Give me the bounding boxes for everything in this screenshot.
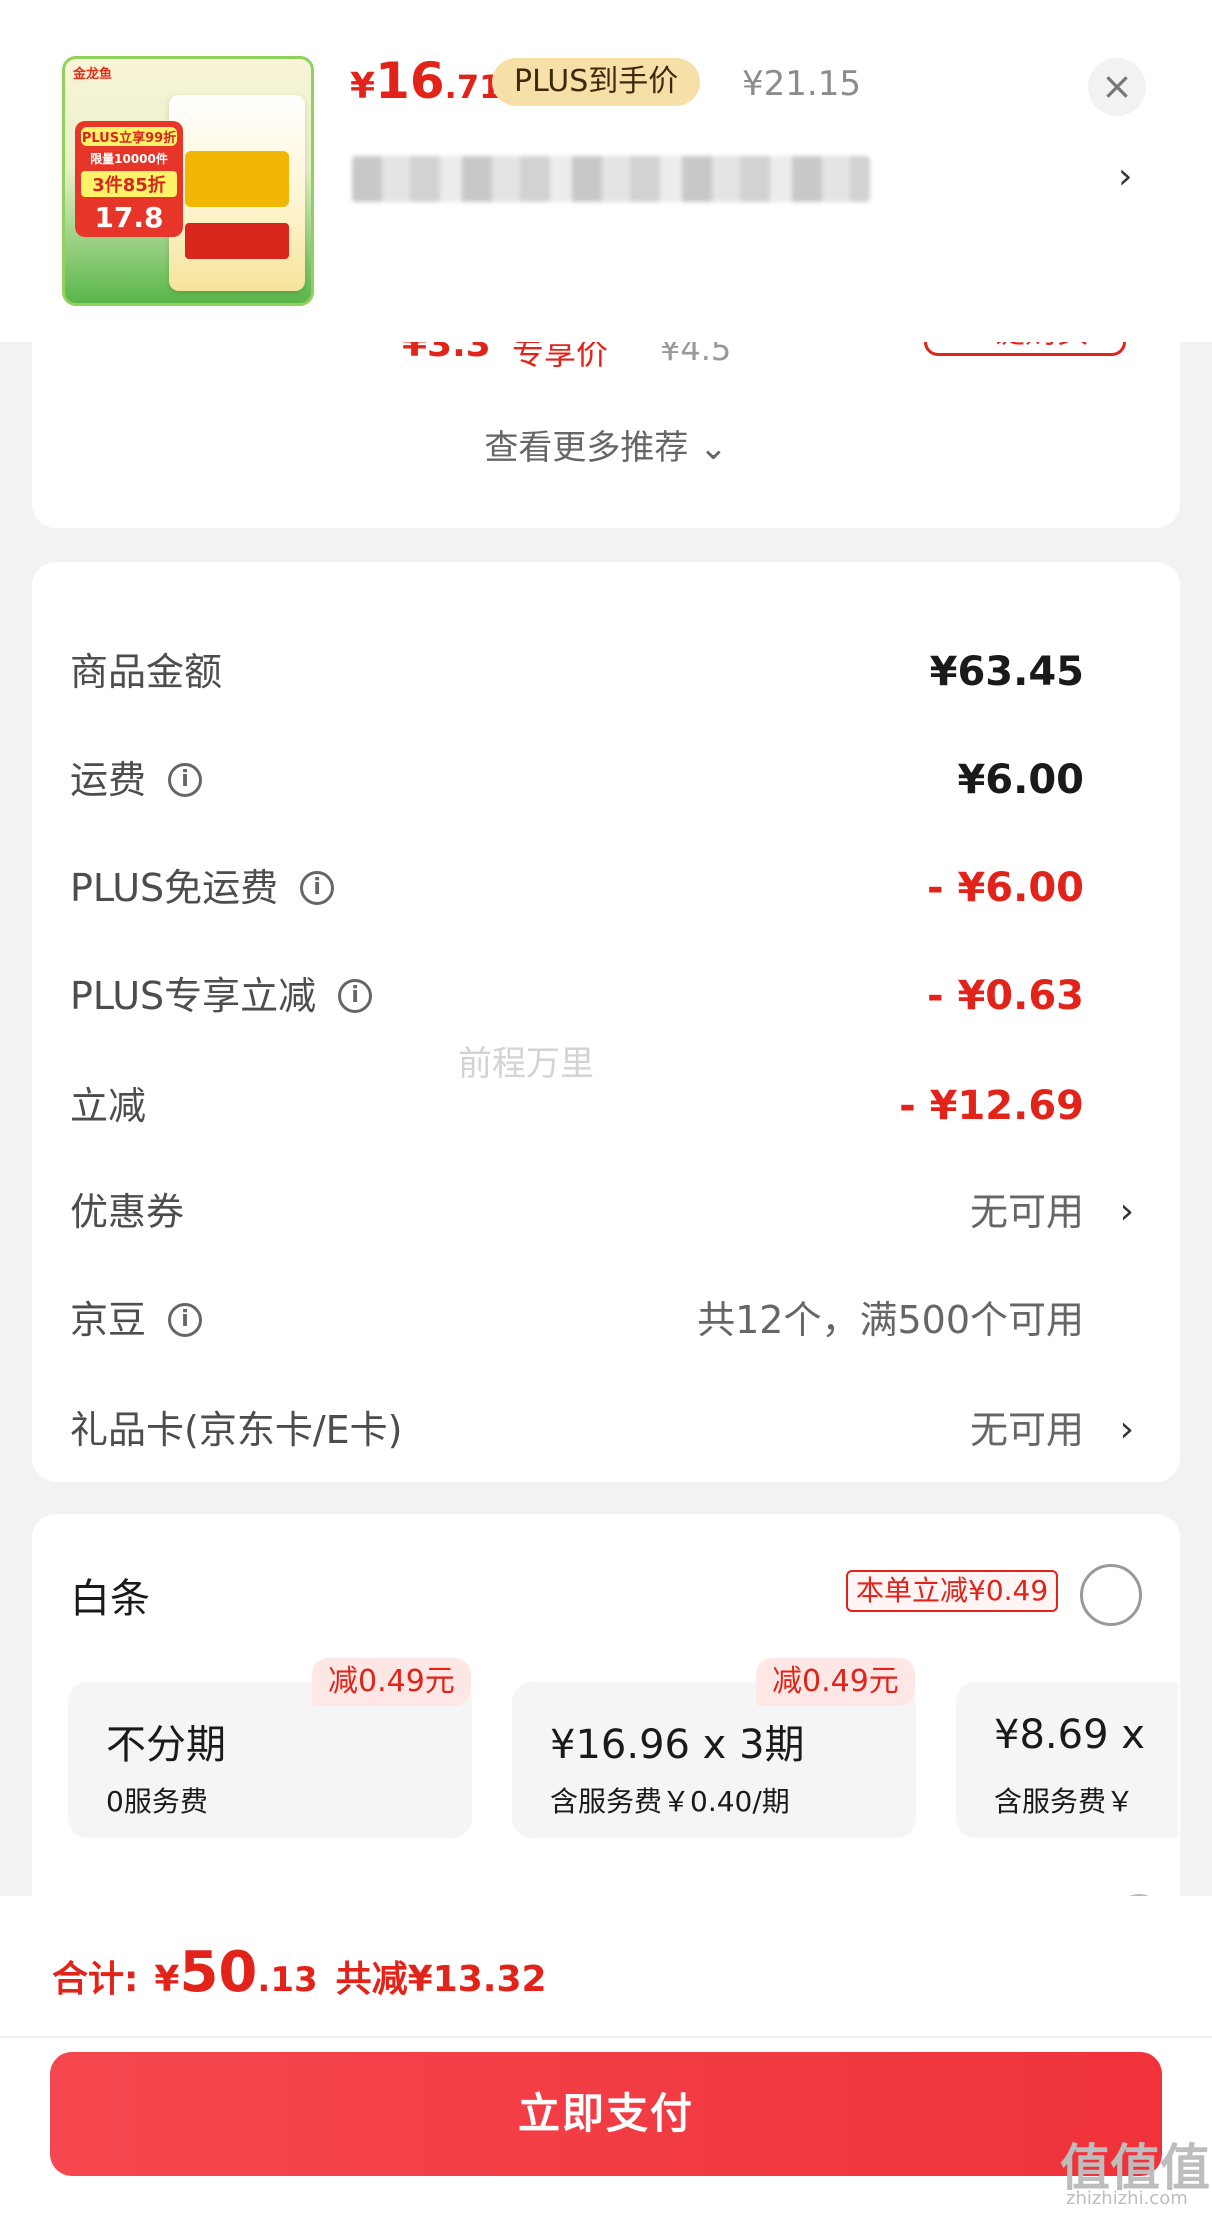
plan-sub: 0服务费 (106, 1785, 208, 1818)
plan-discount-tag: 减0.49元 (312, 1658, 471, 1706)
product-header: 金龙鱼 PLUS立享99折 限量10000件 3件85折 17.8 ¥ 16 .… (0, 0, 1212, 342)
row-goods-amount: 商品金额 ¥63.45 (70, 642, 1142, 702)
order-total: 合计: ¥ 50 .13 共减¥13.32 (52, 1940, 547, 2005)
installment-plans: 不分期 0服务费 ¥16.96 x 3期 含服务费￥0.40/期 ¥8.69 x… (68, 1682, 1178, 1838)
see-more-recommendations[interactable]: 查看更多推荐 ⌄ (32, 420, 1180, 469)
product-bag-image (169, 95, 305, 291)
plan-sub: 含服务费￥0.40/期 (550, 1785, 790, 1818)
info-icon[interactable]: i (168, 763, 203, 797)
baitiao-discount-badge: 本单立减¥0.49 (846, 1570, 1059, 1612)
row-label-wrap: PLUS免运费 i (70, 858, 335, 918)
info-icon[interactable]: i (300, 871, 335, 905)
row-plus-free-shipping: PLUS免运费 i - ¥6.00 (70, 858, 1142, 918)
row-value: - ¥12.69 (899, 1083, 1084, 1129)
price-summary-card: 商品金额 ¥63.45 运费 i ¥6.00 PLUS免运费 i - ¥6.00… (32, 562, 1180, 1482)
row-shipping: 运费 i ¥6.00 (70, 750, 1142, 810)
row-value: 无可用 (969, 1408, 1084, 1452)
pay-now-button[interactable]: 立即支付 (50, 2052, 1162, 2176)
original-price: ¥21.15 (742, 64, 861, 104)
plan-title: 不分期 (106, 1722, 226, 1768)
row-label: 优惠券 (70, 1190, 185, 1234)
plan-discount-tag: 减0.49元 (756, 1658, 915, 1706)
site-url: zhizhizhi.com (1066, 2188, 1188, 2209)
row-jingdou: 京豆 i 共12个，满500个可用 (70, 1290, 1142, 1350)
row-value: - ¥0.63 (926, 973, 1084, 1019)
row-value: ¥63.45 (929, 649, 1084, 695)
plan-title: ¥8.69 x (994, 1712, 1145, 1758)
row-value: - ¥6.00 (926, 865, 1084, 911)
row-value: 共12个，满500个可用 (697, 1298, 1084, 1342)
row-label: 礼品卡(京东卡/E卡) (70, 1408, 403, 1452)
thumb-brand: 金龙鱼 (73, 67, 113, 82)
divider (0, 2036, 1212, 2038)
row-label: PLUS免运费 (70, 866, 279, 910)
plan-sub: 含服务费￥ (994, 1785, 1135, 1818)
row-label: 立减 (70, 1084, 147, 1128)
product-title-blurred (352, 156, 870, 202)
row-value: ¥6.00 (957, 757, 1084, 803)
product-thumbnail[interactable]: 金龙鱼 PLUS立享99折 限量10000件 3件85折 17.8 (62, 56, 314, 306)
row-instant-discount: 立减 - ¥12.69 (70, 1076, 1142, 1136)
row-label: 京豆 (70, 1298, 147, 1342)
total-decimal: .13 (257, 1960, 318, 2000)
total-integer: 50 (179, 1940, 258, 2005)
row-label: PLUS专享立减 (70, 974, 317, 1018)
baitiao-card: 白条 本单立减¥0.49 不分期 0服务费 ¥16.96 x 3期 含服务费￥0… (32, 1514, 1180, 1934)
price-integer: 16 (375, 52, 445, 110)
total-saved: 共减¥13.32 (335, 1959, 547, 2000)
row-value: 无可用 (969, 1190, 1084, 1234)
chevron-right-icon[interactable]: › (1120, 1182, 1134, 1242)
info-icon[interactable]: i (338, 979, 373, 1013)
thumb-promo-price: 17.8 (94, 201, 164, 234)
plus-price: ¥ 16 .71 (350, 52, 501, 116)
row-label: 商品金额 (70, 650, 223, 694)
plan-title: ¥16.96 x 3期 (550, 1722, 805, 1768)
total-label: 合计: (52, 1959, 139, 2000)
thumb-promo-line3: 3件85折 (81, 171, 177, 197)
row-label-wrap: PLUS专享立减 i (70, 966, 373, 1026)
baitiao-title: 白条 (70, 1576, 150, 1622)
chevron-right-icon[interactable]: › (1118, 156, 1132, 197)
plus-price-tag: PLUS到手价 (492, 58, 701, 106)
thumb-promo: PLUS立享99折 限量10000件 3件85折 17.8 (75, 121, 183, 237)
info-icon[interactable]: i (168, 1303, 203, 1337)
price-symbol: ¥ (350, 66, 376, 107)
thumb-promo-line1: PLUS立享99折 (81, 127, 177, 146)
baitiao-radio[interactable] (1080, 1564, 1142, 1626)
checkout-bar: 合计: ¥ 50 .13 共减¥13.32 立即支付 值值值 zhizhizhi… (0, 1896, 1212, 2215)
row-label: 运费 (70, 758, 147, 802)
plan-6-installments[interactable]: ¥8.69 x 含服务费￥ (956, 1682, 1178, 1838)
thumb-promo-line2: 限量10000件 (90, 152, 168, 166)
chevron-right-icon[interactable]: › (1120, 1400, 1134, 1460)
row-gift-card[interactable]: 礼品卡(京东卡/E卡) 无可用 › (70, 1400, 1142, 1460)
row-coupon[interactable]: 优惠券 无可用 › (70, 1182, 1142, 1242)
row-label-wrap: 京豆 i (70, 1290, 203, 1350)
total-symbol: ¥ (154, 1959, 180, 2000)
row-plus-discount: PLUS专享立减 i - ¥0.63 (70, 966, 1142, 1026)
close-icon[interactable]: × (1088, 58, 1146, 116)
watermark-text: 前程万里 (458, 1044, 594, 1084)
row-label-wrap: 运费 i (70, 750, 203, 810)
